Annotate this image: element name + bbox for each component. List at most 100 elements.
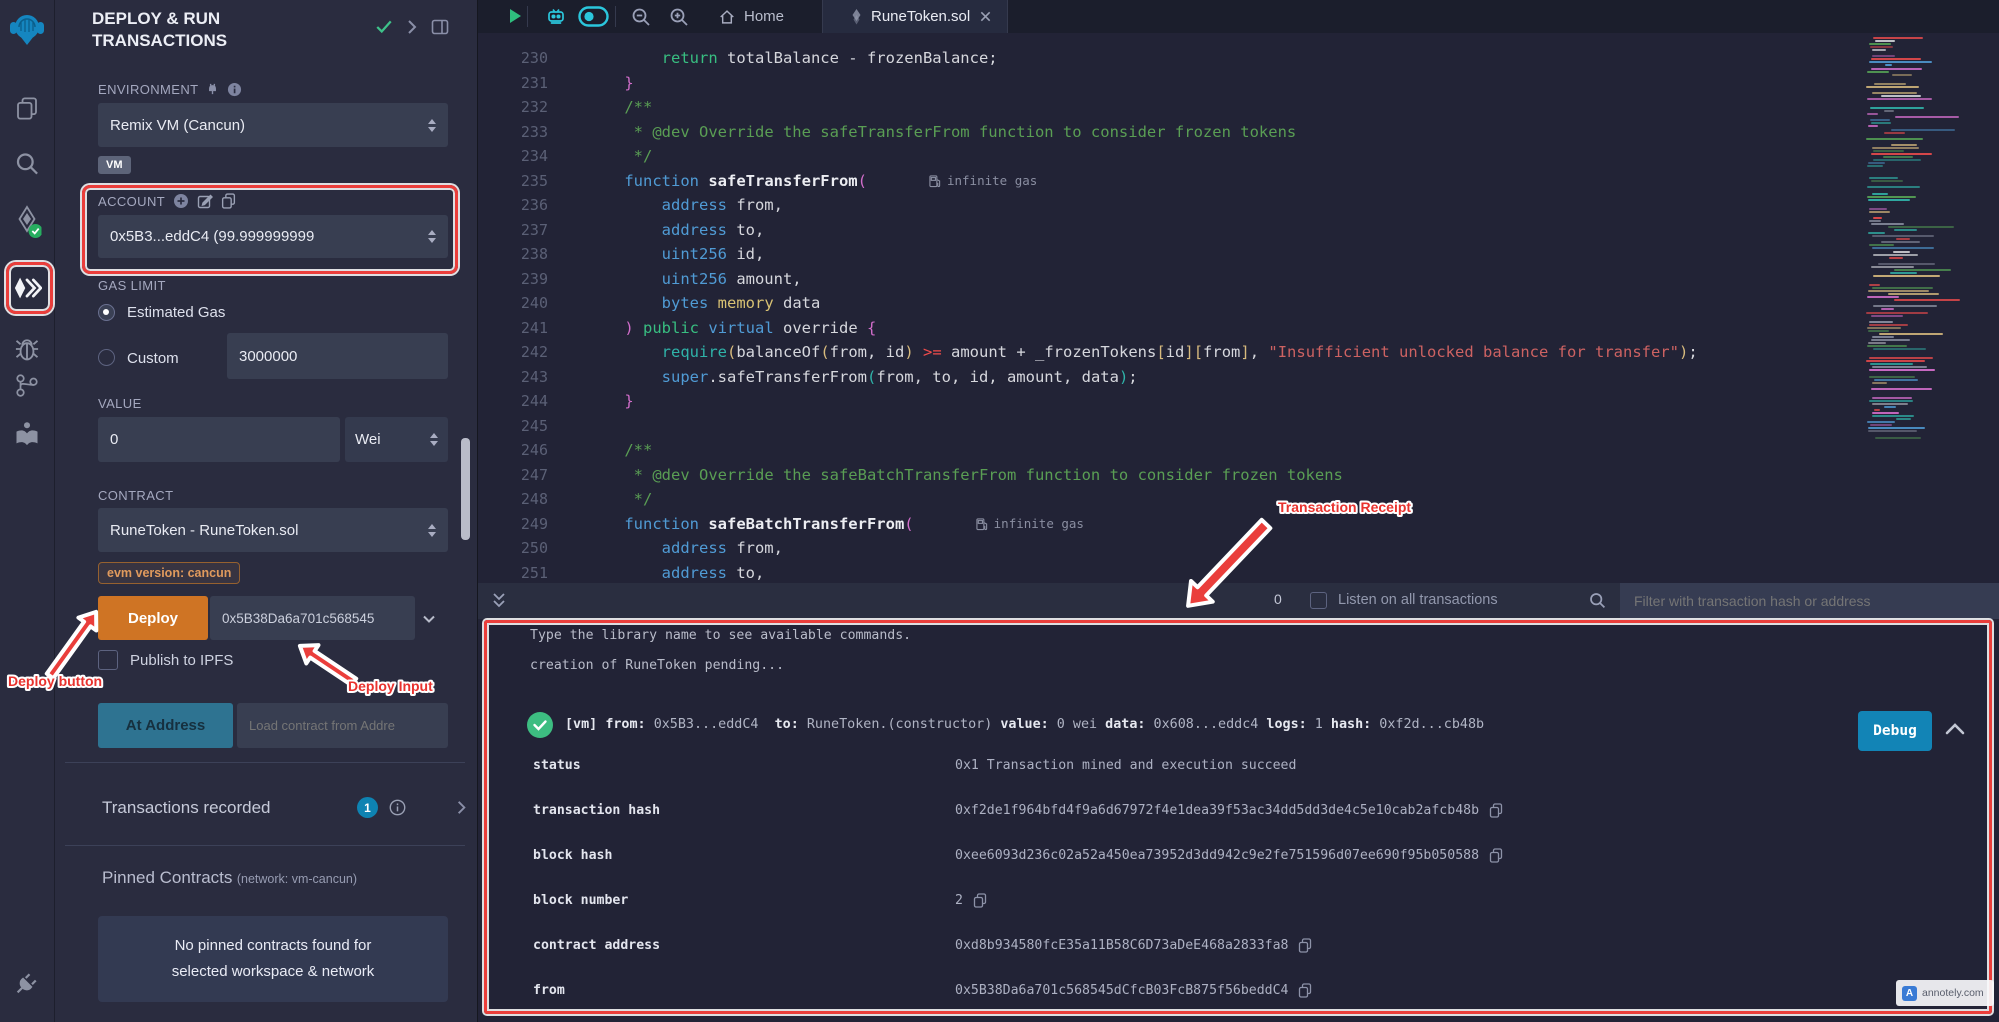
code-line[interactable]: 233 * @dev Override the safeTransferFrom… <box>478 120 1858 145</box>
environment-label: ENVIRONMENT <box>98 82 242 97</box>
solidity-file-icon <box>851 9 862 25</box>
sign-message-icon[interactable] <box>197 193 213 209</box>
minimap-mark <box>1868 125 1878 127</box>
copy-account-icon[interactable] <box>221 193 236 209</box>
code-line[interactable]: 247 * @dev Override the safeBatchTransfe… <box>478 463 1858 488</box>
file-explorer-icon[interactable] <box>14 95 41 122</box>
code-line[interactable]: 250 address from, <box>478 536 1858 561</box>
code-line[interactable]: 245 <box>478 414 1858 439</box>
minimap-mark <box>1884 110 1894 112</box>
search-icon[interactable] <box>1588 591 1607 610</box>
panel-scrollbar[interactable] <box>461 438 470 540</box>
contract-select[interactable]: RuneToken - RuneToken.sol <box>98 508 448 552</box>
at-address-button[interactable]: At Address <box>98 703 233 748</box>
copilot-toggle[interactable] <box>578 6 609 27</box>
deploy-input[interactable] <box>210 596 415 640</box>
copy-icon[interactable] <box>1298 983 1312 998</box>
filter-transactions-input[interactable] <box>1620 583 1999 619</box>
info-icon[interactable] <box>389 799 406 816</box>
editor-area: Home RuneToken.sol 230 return totalBalan… <box>478 0 1999 1022</box>
listen-transactions-checkbox[interactable] <box>1310 592 1327 609</box>
copy-icon[interactable] <box>1298 938 1312 953</box>
estimated-gas-radio[interactable] <box>98 304 115 321</box>
deploy-run-panel: DEPLOY & RUN TRANSACTIONS ENVIRONMENT Re… <box>55 0 478 1022</box>
code-line[interactable]: 236 address from, <box>478 193 1858 218</box>
remix-logo[interactable] <box>6 8 48 50</box>
minimap-mark <box>1884 406 1896 408</box>
forward-icon[interactable] <box>403 18 421 36</box>
pin-panel-icon[interactable] <box>431 18 450 36</box>
code-line[interactable]: 248 */ <box>478 487 1858 512</box>
search-icon[interactable] <box>14 150 41 177</box>
divider <box>65 762 465 763</box>
deploy-run-icon[interactable] <box>12 273 42 303</box>
code-line[interactable]: 237 address to, <box>478 218 1858 243</box>
code-line[interactable]: 242 require(balanceOf(from, id) >= amoun… <box>478 340 1858 365</box>
code-line[interactable]: 243 super.safeTransferFrom(from, to, id,… <box>478 365 1858 390</box>
tx-field-value: RuneToken.(constructor) <box>807 717 1000 732</box>
expand-transactions-icon[interactable] <box>453 799 470 816</box>
code-line[interactable]: 251 address to, <box>478 561 1858 584</box>
value-label: VALUE <box>98 396 142 411</box>
code-line[interactable]: 232 /** <box>478 95 1858 120</box>
value-input[interactable] <box>98 417 340 462</box>
zoom-out-icon[interactable] <box>630 6 652 28</box>
line-number: 250 <box>478 539 548 557</box>
zoom-in-icon[interactable] <box>668 6 690 28</box>
minimap-mark <box>1892 74 1912 76</box>
tx-summary[interactable]: [vm] from: 0x5B3...eddC4 to: RuneToken.(… <box>565 717 1484 732</box>
account-select[interactable]: 0x5B3...eddC4 (99.999999999 <box>98 215 448 258</box>
code-line[interactable]: 241 ) public virtual override { <box>478 316 1858 341</box>
minimap-mark <box>1896 238 1910 240</box>
account-label: ACCOUNT <box>98 193 236 209</box>
code-line[interactable]: 239 uint256 amount, <box>478 267 1858 292</box>
code-editor[interactable]: 230 return totalBalance - frozenBalance;… <box>478 33 1999 583</box>
tab-home[interactable]: Home <box>708 0 794 33</box>
terminal[interactable]: Type the library name to see available c… <box>478 619 1999 1022</box>
line-number: 243 <box>478 368 548 386</box>
custom-gas-input[interactable] <box>227 333 448 379</box>
run-check-icon[interactable] <box>375 18 393 36</box>
debugger-icon[interactable] <box>13 335 41 363</box>
run-script-icon[interactable] <box>505 6 525 26</box>
code-line[interactable]: 230 return totalBalance - frozenBalance; <box>478 46 1858 71</box>
solidity-compiler-icon[interactable] <box>13 205 42 239</box>
listen-transactions-label: Listen on all transactions <box>1338 592 1498 608</box>
chevron-down-icon[interactable] <box>420 610 438 628</box>
collapse-receipt-icon[interactable] <box>1944 721 1966 737</box>
environment-select[interactable]: Remix VM (Cancun) <box>98 103 448 147</box>
plug-icon[interactable] <box>206 83 219 96</box>
at-address-input[interactable] <box>237 703 448 748</box>
plugin-manager-icon[interactable] <box>12 968 42 998</box>
copy-icon[interactable] <box>973 893 987 908</box>
code-line[interactable]: 244 } <box>478 389 1858 414</box>
copy-icon[interactable] <box>1489 803 1503 818</box>
code-line[interactable]: 231 } <box>478 71 1858 96</box>
tab-runetoken[interactable]: RuneToken.sol <box>822 0 1008 33</box>
code-line[interactable]: 249 function safeBatchTransferFrom(infin… <box>478 512 1858 537</box>
code-line[interactable]: 246 /** <box>478 438 1858 463</box>
add-account-icon[interactable] <box>173 193 189 209</box>
expand-terminal-icon[interactable] <box>490 591 508 611</box>
minimap-mark <box>1873 254 1918 256</box>
receipt-row: transaction hash0xf2de1f964bfd4f9a6d6797… <box>478 788 1999 833</box>
close-tab-icon[interactable] <box>979 10 992 23</box>
code-line[interactable]: 240 bytes memory data <box>478 291 1858 316</box>
publish-ipfs-checkbox[interactable] <box>98 650 118 670</box>
learn-icon[interactable] <box>13 420 41 448</box>
line-number: 239 <box>478 270 548 288</box>
code-line[interactable]: 238 uint256 id, <box>478 242 1858 267</box>
minimap[interactable] <box>1862 35 1966 481</box>
code-line[interactable]: 234 */ <box>478 144 1858 169</box>
custom-gas-radio[interactable] <box>98 349 115 366</box>
code-line[interactable]: 235 function safeTransferFrom(infinite g… <box>478 169 1858 194</box>
ai-assistant-icon[interactable] <box>544 5 568 29</box>
git-icon[interactable] <box>14 372 40 398</box>
tab-home-label: Home <box>744 8 784 25</box>
line-number: 245 <box>478 417 548 435</box>
receipt-label: contract address <box>533 938 660 953</box>
deploy-button[interactable]: Deploy <box>98 596 208 640</box>
copy-icon[interactable] <box>1489 848 1503 863</box>
value-unit-select[interactable]: Wei <box>345 417 448 462</box>
info-icon[interactable] <box>227 82 242 97</box>
